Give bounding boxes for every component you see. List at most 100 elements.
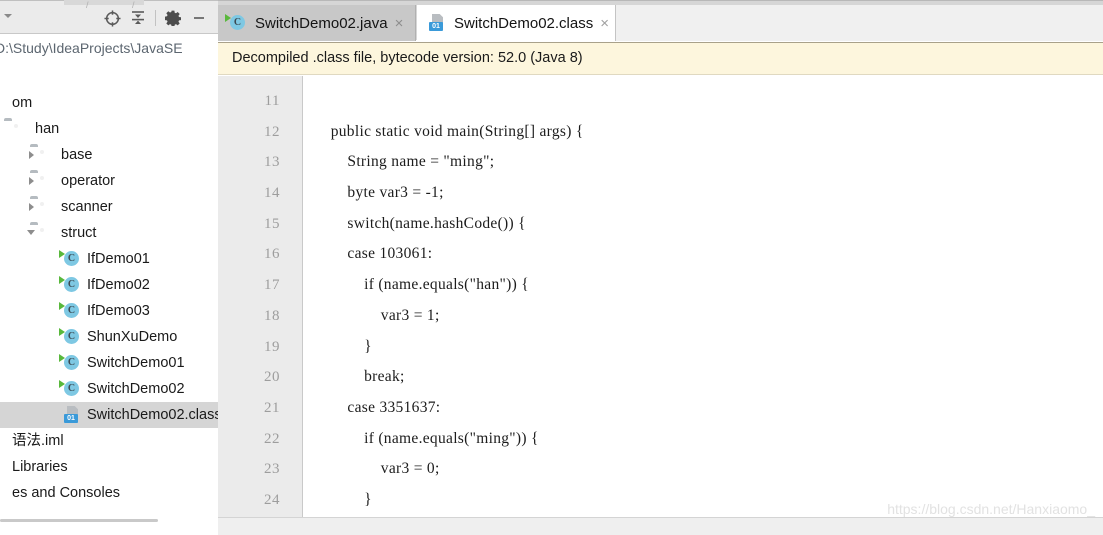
code-line[interactable]: var3 = 0;: [304, 454, 1103, 485]
line-number: 23: [264, 461, 280, 478]
decompiled-notice-text: Decompiled .class file, bytecode version…: [232, 50, 583, 66]
tree-item-switchdemo01[interactable]: C SwitchDemo01: [0, 350, 218, 376]
ide-window: / / D:\Study\IdeaProjects\JavaSE om han …: [0, 0, 1103, 535]
code-line[interactable]: }: [304, 485, 1103, 516]
tree-item-om[interactable]: om: [0, 90, 218, 116]
tree-item-label: SwitchDemo02: [87, 381, 185, 397]
code-line[interactable]: [304, 86, 1103, 117]
code-line[interactable]: case 103061:: [304, 239, 1103, 270]
java-file-icon: C: [225, 14, 248, 32]
code-line[interactable]: }: [304, 332, 1103, 363]
tree-item-scanner[interactable]: scanner: [0, 194, 218, 220]
code-text[interactable]: public static void main(String[] args) {…: [304, 86, 1103, 516]
code-view[interactable]: 11 12 13 14 15 16 17 18 19 20 21 22 23 24 public stat…: [218, 76, 1103, 517]
tree-item-label: operator: [61, 173, 116, 189]
tree-item-iml[interactable]: 语法.iml: [0, 428, 218, 454]
sidebar-horizontal-scrollbar[interactable]: [0, 517, 218, 525]
tree-item-label: IfDemo02: [87, 277, 150, 293]
tree-item-label: struct: [61, 225, 97, 241]
editor-tab-label: SwitchDemo02.class: [454, 14, 594, 32]
decompiled-notice-bar: Decompiled .class file, bytecode version…: [218, 42, 1103, 75]
tree-item-operator[interactable]: operator: [0, 168, 218, 194]
java-file-icon: C: [59, 354, 82, 372]
project-panel-toolbar: / /: [0, 0, 218, 34]
package-folder-icon: [38, 146, 56, 164]
code-line[interactable]: var3 = 1;: [304, 301, 1103, 332]
close-icon[interactable]: ×: [395, 16, 404, 31]
code-line[interactable]: break;: [304, 362, 1103, 393]
collapse-all-icon[interactable]: [125, 5, 151, 31]
tree-item-label: om: [12, 95, 33, 111]
tree-item-struct[interactable]: struct: [0, 220, 218, 246]
project-panel: / / D:\Study\IdeaProjects\JavaSE om han …: [0, 0, 218, 535]
line-number: 12: [264, 123, 280, 140]
line-number: 22: [264, 430, 280, 447]
tree-item-switchdemo02[interactable]: C SwitchDemo02: [0, 376, 218, 402]
minimize-icon[interactable]: [186, 5, 212, 31]
java-file-icon: C: [59, 380, 82, 398]
java-file-icon: C: [59, 250, 82, 268]
project-root-path[interactable]: D:\Study\IdeaProjects\JavaSE: [0, 35, 218, 61]
project-file-tree[interactable]: om han base operator scanner struct C IfDemo01 C…: [0, 90, 218, 515]
line-number: 14: [264, 185, 280, 202]
code-line[interactable]: if (name.equals("ming")) {: [304, 424, 1103, 455]
package-folder-icon: [12, 120, 30, 138]
line-number: 20: [264, 369, 280, 386]
java-file-icon: C: [59, 302, 82, 320]
code-line[interactable]: byte var3 = -1;: [304, 178, 1103, 209]
tabbar-empty-space: [615, 5, 1103, 41]
toolbar-divider: [155, 10, 156, 26]
close-icon[interactable]: ×: [600, 16, 609, 31]
locate-target-icon[interactable]: [99, 5, 125, 31]
tree-item-label: ShunXuDemo: [87, 329, 178, 345]
line-number-gutter[interactable]: 11 12 13 14 15 16 17 18 19 20 21 22 23 24: [218, 76, 303, 517]
code-line[interactable]: switch(name.hashCode()) {: [304, 209, 1103, 240]
line-number: 18: [264, 307, 280, 324]
tree-item-label: Libraries: [12, 459, 68, 475]
tree-item-libraries[interactable]: Libraries: [0, 454, 218, 480]
line-number: 19: [264, 338, 280, 355]
java-file-icon: C: [59, 276, 82, 294]
class-file-icon: 01: [429, 14, 447, 32]
tree-item-label: 语法.iml: [12, 433, 64, 449]
project-root-path-text: D:\Study\IdeaProjects\JavaSE: [0, 40, 183, 56]
class-file-icon: 01: [64, 406, 82, 424]
tree-item-label: scanner: [61, 199, 113, 215]
line-number: 13: [264, 154, 280, 171]
settings-gear-icon[interactable]: [160, 5, 186, 31]
tree-item-base[interactable]: base: [0, 142, 218, 168]
line-number: 16: [264, 246, 280, 263]
tree-item-es-and-consoles[interactable]: es and Consoles: [0, 480, 218, 506]
tree-item-label: IfDemo01: [87, 251, 150, 267]
code-line[interactable]: case 3351637:: [304, 393, 1103, 424]
code-line[interactable]: String name = "ming";: [304, 147, 1103, 178]
package-folder-icon: [38, 198, 56, 216]
editor-status-strip: [218, 517, 1103, 535]
tree-item-han[interactable]: han: [0, 116, 218, 142]
tree-item-label: base: [61, 147, 93, 163]
tree-item-ifdemo03[interactable]: C IfDemo03: [0, 298, 218, 324]
package-folder-icon: [38, 172, 56, 190]
tree-item-shunxudemo[interactable]: C ShunXuDemo: [0, 324, 218, 350]
tree-item-ifdemo02[interactable]: C IfDemo02: [0, 272, 218, 298]
tree-item-ifdemo01[interactable]: C IfDemo01: [0, 246, 218, 272]
line-number: 11: [264, 93, 280, 109]
editor-tab-class[interactable]: 01 SwitchDemo02.class ×: [417, 5, 615, 41]
editor-tab-java[interactable]: C SwitchDemo02.java ×: [218, 5, 416, 41]
editor-tab-label: SwitchDemo02.java: [255, 14, 388, 32]
package-folder-icon: [38, 224, 56, 242]
tree-item-label: han: [35, 121, 60, 137]
scrollbar-thumb[interactable]: [0, 519, 158, 522]
code-line[interactable]: if (name.equals("han")) {: [304, 270, 1103, 301]
tree-item-label: SwitchDemo02.class: [87, 407, 218, 423]
tree-item-switchdemo02-class[interactable]: 01 SwitchDemo02.class: [0, 402, 218, 428]
java-file-icon: C: [59, 328, 82, 346]
line-number: 21: [264, 399, 280, 416]
code-line[interactable]: public static void main(String[] args) {: [304, 117, 1103, 148]
editor-area: C SwitchDemo02.java × 01 SwitchDemo02.cl…: [218, 0, 1103, 535]
